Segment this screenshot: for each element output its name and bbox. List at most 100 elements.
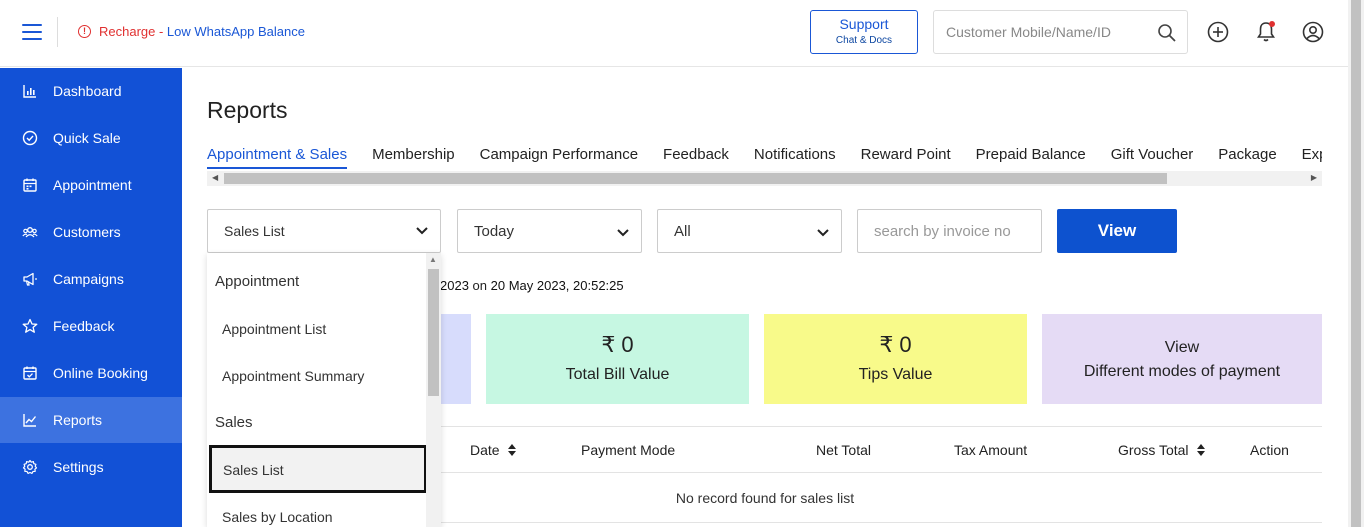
sort-icon[interactable] bbox=[507, 444, 516, 456]
report-type-value: Sales List bbox=[224, 223, 285, 239]
last-updated-on: on bbox=[472, 278, 488, 293]
column-tax-amount-label: Tax Amount bbox=[954, 442, 1028, 458]
star-icon bbox=[22, 318, 38, 333]
support-button[interactable]: Support Chat & Docs bbox=[810, 10, 918, 54]
chevron-down-icon bbox=[416, 227, 428, 235]
megaphone-icon bbox=[23, 272, 37, 286]
tabs-scrollbar-thumb[interactable] bbox=[224, 173, 1167, 184]
tab-membership[interactable]: Membership bbox=[372, 146, 455, 167]
payment-modes-view: View bbox=[1164, 339, 1200, 356]
dropdown-option-label: Sales List bbox=[223, 462, 284, 478]
column-net-total: Net Total bbox=[816, 442, 871, 458]
menu-icon[interactable] bbox=[22, 24, 42, 42]
column-tax-amount: Tax Amount bbox=[954, 442, 1027, 458]
dropdown-option-appointment-summary[interactable]: Appointment Summary bbox=[222, 368, 364, 384]
report-type-dropdown: Appointment Appointment List Appointment… bbox=[207, 253, 441, 527]
sidebar-item-appointment[interactable]: Appointment bbox=[0, 162, 182, 208]
customer-search-input[interactable] bbox=[946, 24, 1146, 40]
invoice-search-input[interactable] bbox=[874, 223, 1034, 240]
recharge-alert[interactable]: ! Recharge - Low WhatsApp Balance bbox=[78, 24, 305, 39]
report-tabs: Appointment & Sales Membership Campaign Pe… bbox=[207, 146, 1322, 170]
tab-feedback[interactable]: Feedback bbox=[663, 146, 729, 167]
sidebar-item-quick-sale[interactable]: Quick Sale bbox=[0, 115, 182, 161]
sidebar-item-label: Campaigns bbox=[53, 271, 124, 287]
divider bbox=[57, 17, 58, 47]
dropdown-option-sales-list[interactable]: Sales List bbox=[209, 445, 427, 493]
user-avatar-icon[interactable] bbox=[1301, 20, 1325, 44]
tab-package[interactable]: Package bbox=[1218, 146, 1276, 167]
column-payment-mode-label: Payment Mode bbox=[581, 442, 676, 458]
dropdown-scrollbar-thumb[interactable] bbox=[428, 269, 439, 396]
sidebar-item-dashboard[interactable]: Dashboard bbox=[0, 68, 182, 114]
invoice-search[interactable] bbox=[857, 209, 1042, 253]
scroll-right-icon[interactable]: ▶ bbox=[1311, 173, 1317, 182]
period-select[interactable]: Today bbox=[457, 209, 642, 253]
sidebar-item-reports[interactable]: Reports bbox=[0, 397, 182, 443]
page-scrollbar-thumb[interactable] bbox=[1351, 0, 1361, 527]
total-bill-amount: ₹ 0 bbox=[601, 332, 634, 357]
top-bar: ! Recharge - Low WhatsApp Balance Suppor… bbox=[0, 0, 1348, 67]
tips-label: Tips Value bbox=[858, 366, 933, 383]
sidebar-item-label: Reports bbox=[53, 412, 103, 428]
summary-card-partial bbox=[440, 314, 471, 404]
bar-chart-icon bbox=[23, 85, 36, 98]
dropdown-group-appointment: Appointment bbox=[215, 273, 300, 290]
column-action-label: Action bbox=[1250, 442, 1289, 458]
alert-link[interactable]: Low WhatsApp Balance bbox=[167, 24, 305, 39]
payment-modes-card[interactable]: View Different modes of payment bbox=[1042, 314, 1322, 404]
tabs-scrollbar[interactable]: ◀ ▶ bbox=[207, 171, 1322, 186]
scope-select[interactable]: All bbox=[657, 209, 842, 253]
period-value: Today bbox=[474, 223, 515, 240]
bell-icon[interactable] bbox=[1254, 20, 1278, 44]
chevron-down-icon bbox=[617, 229, 629, 237]
sales-table-header: Date Payment Mode Net Total Tax Amount G… bbox=[440, 426, 1322, 473]
calendar-icon bbox=[23, 178, 37, 192]
customer-search[interactable] bbox=[933, 10, 1188, 54]
tab-expense[interactable]: Expense bbox=[1302, 146, 1322, 167]
tips-amount: ₹ 0 bbox=[879, 332, 912, 357]
chevron-down-icon bbox=[817, 229, 829, 237]
support-subtitle: Chat & Docs bbox=[835, 35, 893, 46]
sidebar-item-settings[interactable]: Settings bbox=[0, 444, 182, 490]
sidebar-item-feedback[interactable]: Feedback bbox=[0, 303, 182, 349]
tab-notifications[interactable]: Notifications bbox=[754, 146, 836, 167]
sidebar-item-campaigns[interactable]: Campaigns bbox=[0, 256, 182, 302]
tab-gift-voucher[interactable]: Gift Voucher bbox=[1111, 146, 1194, 167]
tab-appointment-sales[interactable]: Appointment & Sales bbox=[207, 146, 348, 169]
column-date[interactable]: Date bbox=[470, 442, 516, 458]
alert-icon: ! bbox=[78, 25, 91, 38]
line-chart-icon bbox=[23, 414, 37, 427]
last-updated-datetime: 20 May 2023, 20:52:25 bbox=[490, 278, 624, 293]
column-gross-total[interactable]: Gross Total bbox=[1118, 442, 1205, 458]
tab-prepaid-balance[interactable]: Prepaid Balance bbox=[976, 146, 1086, 167]
tab-campaign-performance[interactable]: Campaign Performance bbox=[480, 146, 638, 167]
empty-table-message: No record found for sales list bbox=[675, 490, 855, 506]
sidebar-item-label: Online Booking bbox=[53, 365, 148, 381]
sidebar-item-online-booking[interactable]: Online Booking bbox=[0, 350, 182, 396]
table-bottom-border bbox=[440, 522, 1322, 523]
page-scrollbar[interactable] bbox=[1348, 0, 1364, 527]
search-icon[interactable] bbox=[1157, 23, 1177, 43]
column-net-total-label: Net Total bbox=[816, 442, 871, 458]
tab-reward-point[interactable]: Reward Point bbox=[861, 146, 951, 167]
sidebar: Dashboard Quick Sale Appointment Custome… bbox=[0, 68, 182, 527]
sort-icon[interactable] bbox=[1196, 444, 1205, 456]
last-updated-year: 2023 bbox=[440, 278, 469, 293]
total-bill-card: ₹ 0 Total Bill Value bbox=[486, 314, 749, 404]
last-updated: 2023 on 20 May 2023, 20:52:25 bbox=[440, 278, 624, 293]
column-gross-total-label: Gross Total bbox=[1118, 442, 1189, 458]
total-bill-label: Total Bill Value bbox=[565, 366, 670, 383]
sidebar-item-customers[interactable]: Customers bbox=[0, 209, 182, 255]
dropdown-scrollbar[interactable]: ▲ bbox=[426, 253, 441, 527]
dropdown-option-sales-by-location[interactable]: Sales by Location bbox=[222, 509, 333, 525]
scroll-left-icon[interactable]: ◀ bbox=[212, 173, 218, 182]
sidebar-item-label: Quick Sale bbox=[53, 130, 121, 146]
report-type-select[interactable]: Sales List bbox=[207, 209, 441, 253]
add-circle-icon[interactable] bbox=[1206, 20, 1230, 44]
dropdown-option-appointment-list[interactable]: Appointment List bbox=[222, 321, 326, 337]
scroll-up-icon[interactable]: ▲ bbox=[429, 255, 437, 264]
support-title: Support bbox=[839, 16, 889, 32]
sidebar-item-label: Customers bbox=[53, 224, 121, 240]
page-title: Reports bbox=[207, 97, 288, 123]
view-button[interactable]: View bbox=[1057, 209, 1177, 253]
